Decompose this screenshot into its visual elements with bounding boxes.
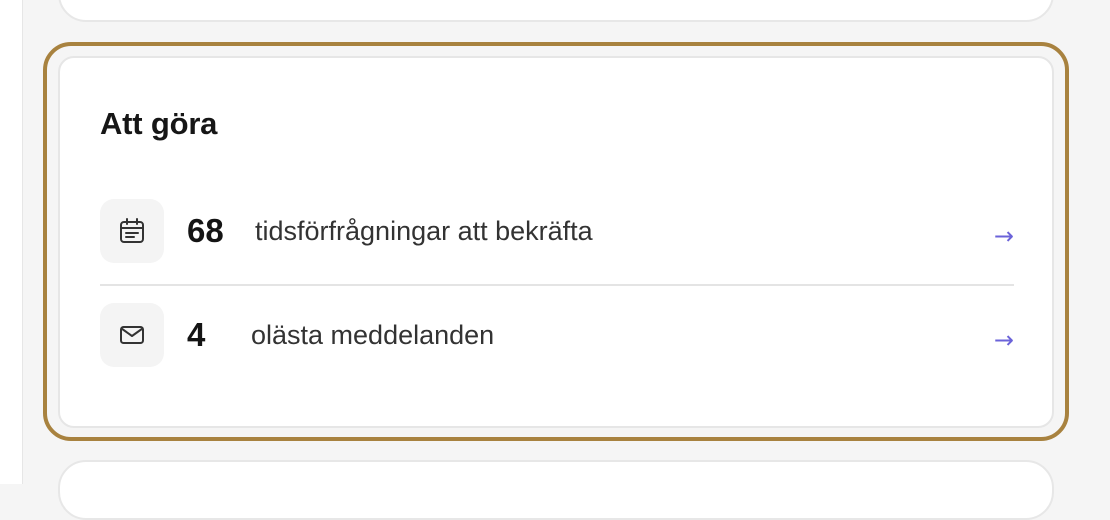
- todo-item-count: 68: [187, 212, 224, 249]
- arrow-right-icon[interactable]: →: [994, 316, 1014, 354]
- mail-icon: [120, 326, 144, 344]
- previous-card: [58, 0, 1054, 22]
- todo-item-time-requests[interactable]: 68 tidsförfrågningar att bekräfta →: [100, 199, 1014, 263]
- todo-card: Att göra 68 tidsförfrågningar att bekräf…: [58, 56, 1054, 428]
- todo-title: Att göra: [100, 106, 218, 141]
- next-card: [58, 460, 1054, 520]
- todo-divider: [100, 284, 1014, 286]
- calendar-icon: [120, 218, 144, 243]
- left-rail: [0, 0, 23, 484]
- todo-item-count: 4: [187, 316, 206, 353]
- calendar-icon-box: [100, 199, 164, 263]
- arrow-right-icon[interactable]: →: [994, 212, 1014, 250]
- todo-item-unread-messages[interactable]: 4 olästa meddelanden →: [100, 303, 1014, 367]
- todo-item-label: tidsförfrågningar att bekräfta: [255, 215, 593, 246]
- mail-icon-box: [100, 303, 164, 367]
- todo-item-label: olästa meddelanden: [251, 319, 495, 350]
